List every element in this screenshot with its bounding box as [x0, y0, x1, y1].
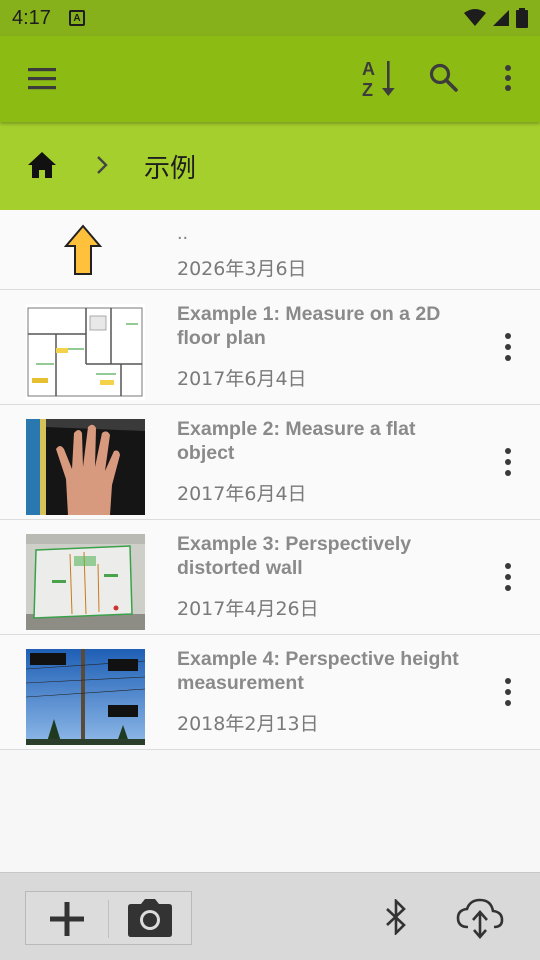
breadcrumb-current[interactable]: 示例	[144, 148, 196, 185]
bluetooth-icon[interactable]	[382, 899, 410, 935]
parent-folder-label: ..	[177, 222, 189, 244]
item-title: Example 1: Measure on a 2D floor plan	[177, 303, 441, 349]
floor-plan-thumbnail	[26, 304, 145, 400]
add-icon[interactable]	[48, 900, 86, 938]
status-time: 4:17	[12, 6, 51, 29]
arrow-up-icon	[64, 224, 102, 275]
sort-az-icon[interactable]: A Z	[360, 58, 400, 100]
list-item[interactable]: Example 3: Perspectively distorted wall …	[0, 520, 540, 635]
status-bar: 4:17 A	[0, 0, 540, 36]
wifi-icon	[464, 9, 486, 26]
search-icon[interactable]	[428, 62, 460, 94]
notification-a-icon: A	[68, 10, 85, 26]
list-item[interactable]: Example 4: Perspective height measuremen…	[0, 635, 540, 750]
battery-icon	[516, 8, 528, 28]
hand-photo-thumbnail	[26, 419, 145, 515]
cloud-sync-icon[interactable]	[456, 897, 504, 939]
list-item[interactable]: Example 2: Measure a flat object 2017年6月…	[0, 405, 540, 520]
chevron-right-icon	[97, 156, 108, 174]
camera-icon[interactable]	[127, 898, 173, 938]
bottom-bar	[0, 872, 540, 960]
item-date: 2017年6月4日	[177, 483, 307, 505]
menu-icon[interactable]	[26, 66, 58, 92]
signal-icon	[493, 10, 509, 26]
item-more-icon[interactable]	[496, 560, 520, 594]
more-vert-icon[interactable]	[496, 62, 520, 94]
parent-folder-date: 2026年3月6日	[177, 258, 307, 280]
sort-letter-z: Z	[362, 80, 373, 100]
item-title: Example 4: Perspective height measuremen…	[177, 648, 459, 694]
item-date: 2018年2月13日	[177, 713, 319, 735]
wall-photo-thumbnail	[26, 534, 145, 630]
app-bar: A Z	[0, 36, 540, 122]
list-item[interactable]: Example 1: Measure on a 2D floor plan 20…	[0, 290, 540, 405]
item-more-icon[interactable]	[496, 330, 520, 364]
capture-button-group	[25, 891, 192, 945]
sort-letter-a: A	[362, 59, 375, 79]
item-date: 2017年6月4日	[177, 368, 307, 390]
item-date: 2017年4月26日	[177, 598, 319, 620]
item-title: Example 3: Perspectively distorted wall	[177, 533, 412, 579]
breadcrumb: 示例	[0, 122, 540, 210]
pole-photo-thumbnail	[26, 649, 145, 745]
parent-folder-row[interactable]: .. 2026年3月6日	[0, 210, 540, 290]
divider	[108, 900, 109, 938]
item-more-icon[interactable]	[496, 675, 520, 709]
item-title: Example 2: Measure a flat object	[177, 418, 416, 464]
file-list: .. 2026年3月6日 Example 1: Measure on a 2D …	[0, 210, 540, 750]
item-more-icon[interactable]	[496, 445, 520, 479]
status-icons	[464, 8, 528, 28]
home-icon[interactable]	[26, 150, 58, 180]
